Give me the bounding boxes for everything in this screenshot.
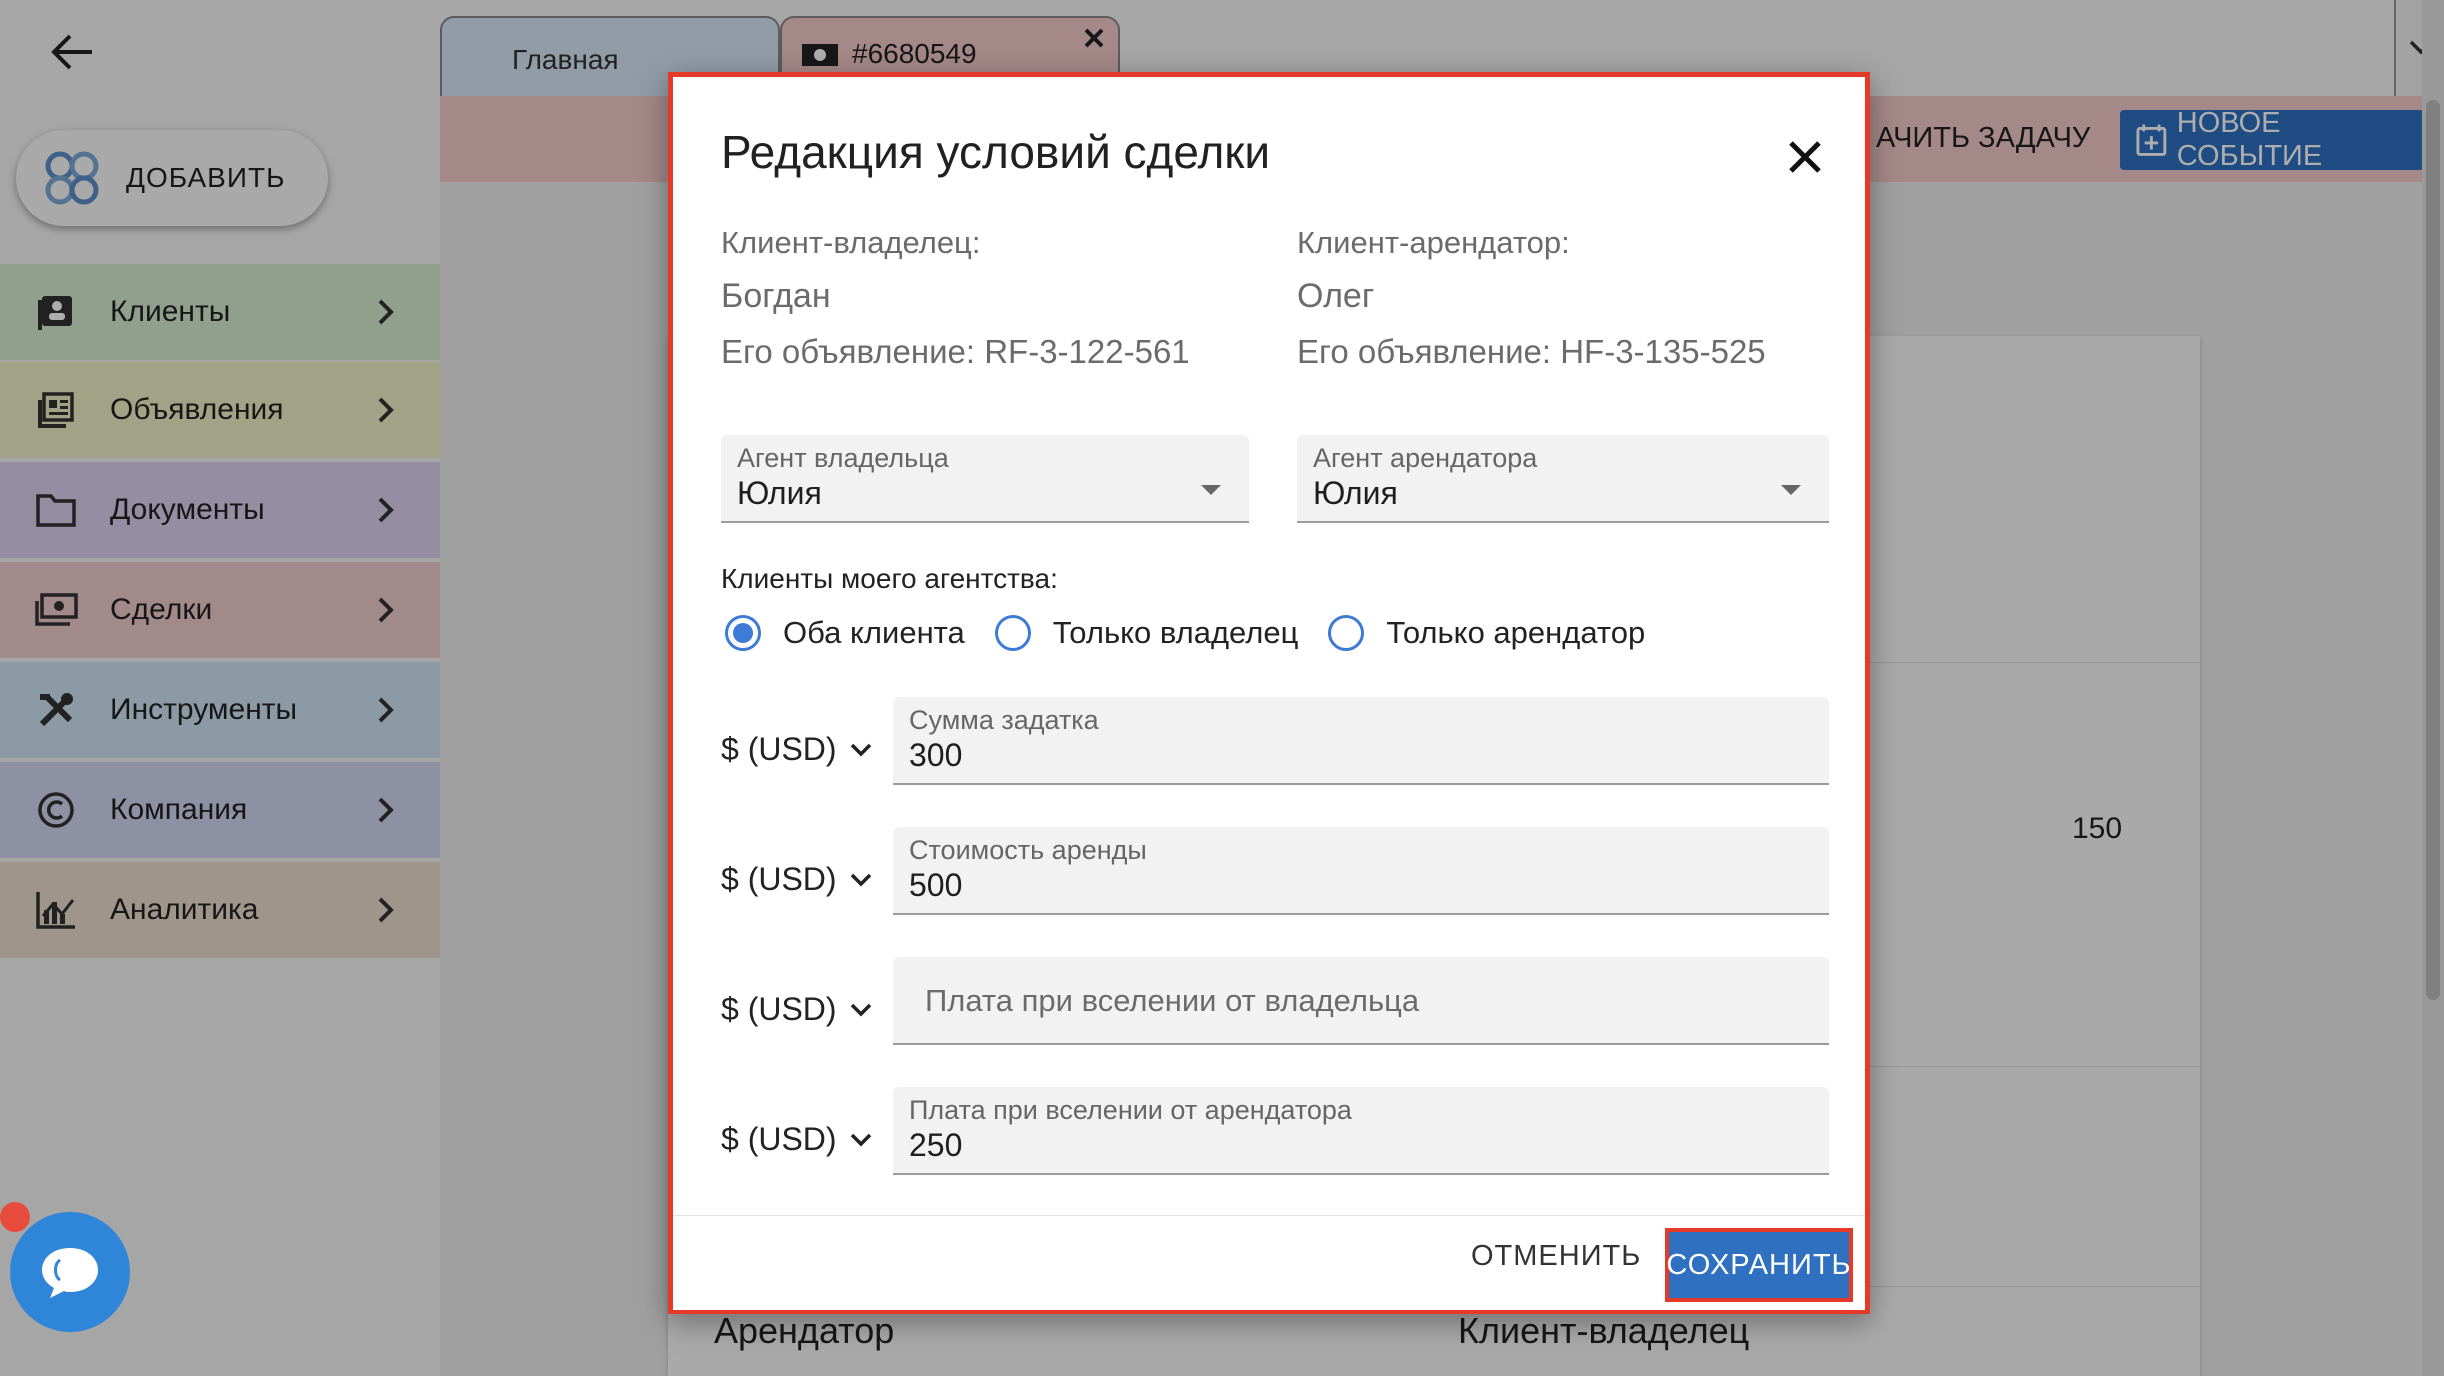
owner-move-in-fee-field[interactable]: Плата при вселении от владельца bbox=[893, 957, 1829, 1045]
deposit-amount-field[interactable]: Сумма задатка 300 bbox=[893, 697, 1829, 785]
currency-value: $ (USD) bbox=[721, 1121, 837, 1157]
currency-value: $ (USD) bbox=[721, 861, 837, 897]
field-placeholder: Плата при вселении от владельца bbox=[925, 983, 1420, 1018]
tenant-agent-value: Юлия bbox=[1313, 475, 1398, 511]
chat-button[interactable] bbox=[10, 1212, 130, 1332]
currency-select[interactable]: $ (USD) bbox=[721, 991, 873, 1028]
currency-select[interactable]: $ (USD) bbox=[721, 1121, 873, 1158]
radio-both-clients[interactable] bbox=[725, 615, 761, 651]
agency-clients-label: Клиенты моего агентства: bbox=[721, 563, 1058, 594]
tenant-agent-select[interactable]: Агент арендатора Юлия bbox=[1297, 435, 1829, 523]
currency-select[interactable]: $ (USD) bbox=[721, 731, 873, 768]
owner-agent-label: Агент владельца bbox=[737, 443, 949, 473]
save-button[interactable]: СОХРАНИТЬ bbox=[1665, 1228, 1853, 1302]
tenant-client-name: Олег bbox=[1297, 277, 1375, 315]
dropdown-caret-icon bbox=[1201, 485, 1221, 495]
rent-cost-field[interactable]: Стоимость аренды 500 bbox=[893, 827, 1829, 915]
dialog-title: Редакция условий сделки bbox=[721, 126, 1271, 178]
field-label: Стоимость аренды bbox=[909, 835, 1147, 865]
currency-value: $ (USD) bbox=[721, 991, 837, 1027]
currency-value: $ (USD) bbox=[721, 731, 837, 767]
edit-deal-dialog: Редакция условий сделки Клиент-владелец:… bbox=[668, 72, 1870, 1314]
currency-select[interactable]: $ (USD) bbox=[721, 861, 873, 898]
owner-client-name: Богдан bbox=[721, 277, 831, 315]
owner-agent-select[interactable]: Агент владельца Юлия bbox=[721, 435, 1249, 523]
owner-agent-value: Юлия bbox=[737, 475, 822, 511]
close-icon[interactable] bbox=[1781, 133, 1829, 181]
tenant-client-label: Клиент-арендатор: bbox=[1297, 225, 1570, 260]
field-value: 250 bbox=[909, 1127, 963, 1163]
dropdown-caret-icon bbox=[1781, 485, 1801, 495]
field-value: 300 bbox=[909, 737, 963, 773]
chevron-down-icon bbox=[850, 1003, 871, 1016]
tenant-agent-label: Агент арендатора bbox=[1313, 443, 1538, 473]
chevron-down-icon bbox=[850, 873, 871, 886]
owner-client-label: Клиент-владелец: bbox=[721, 225, 981, 260]
radio-owner-only[interactable] bbox=[994, 615, 1031, 651]
radio-label[interactable]: Оба клиента bbox=[783, 615, 965, 651]
chevron-down-icon bbox=[850, 743, 871, 756]
tenant-listing: Его объявление: HF-3-135-525 bbox=[1297, 333, 1766, 370]
radio-tenant-only[interactable] bbox=[1328, 615, 1365, 651]
cancel-button[interactable]: ОТМЕНИТЬ bbox=[1471, 1240, 1641, 1273]
chat-bubble-icon bbox=[42, 1248, 98, 1298]
agency-clients-radio-group: Оба клиента Только владелец Только аренд… bbox=[725, 607, 1675, 659]
chevron-down-icon bbox=[850, 1133, 871, 1146]
field-label: Плата при вселении от арендатора bbox=[909, 1095, 1352, 1125]
dialog-footer: ОТМЕНИТЬ СОХРАНИТЬ bbox=[673, 1215, 1865, 1310]
radio-label[interactable]: Только арендатор bbox=[1386, 615, 1645, 651]
chat-notification-dot bbox=[0, 1202, 30, 1232]
owner-listing: Его объявление: RF-3-122-561 bbox=[721, 333, 1190, 370]
tenant-move-in-fee-field[interactable]: Плата при вселении от арендатора 250 bbox=[893, 1087, 1829, 1175]
radio-label[interactable]: Только владелец bbox=[1053, 615, 1299, 651]
field-value: 500 bbox=[909, 867, 963, 903]
field-label: Сумма задатка bbox=[909, 705, 1099, 735]
